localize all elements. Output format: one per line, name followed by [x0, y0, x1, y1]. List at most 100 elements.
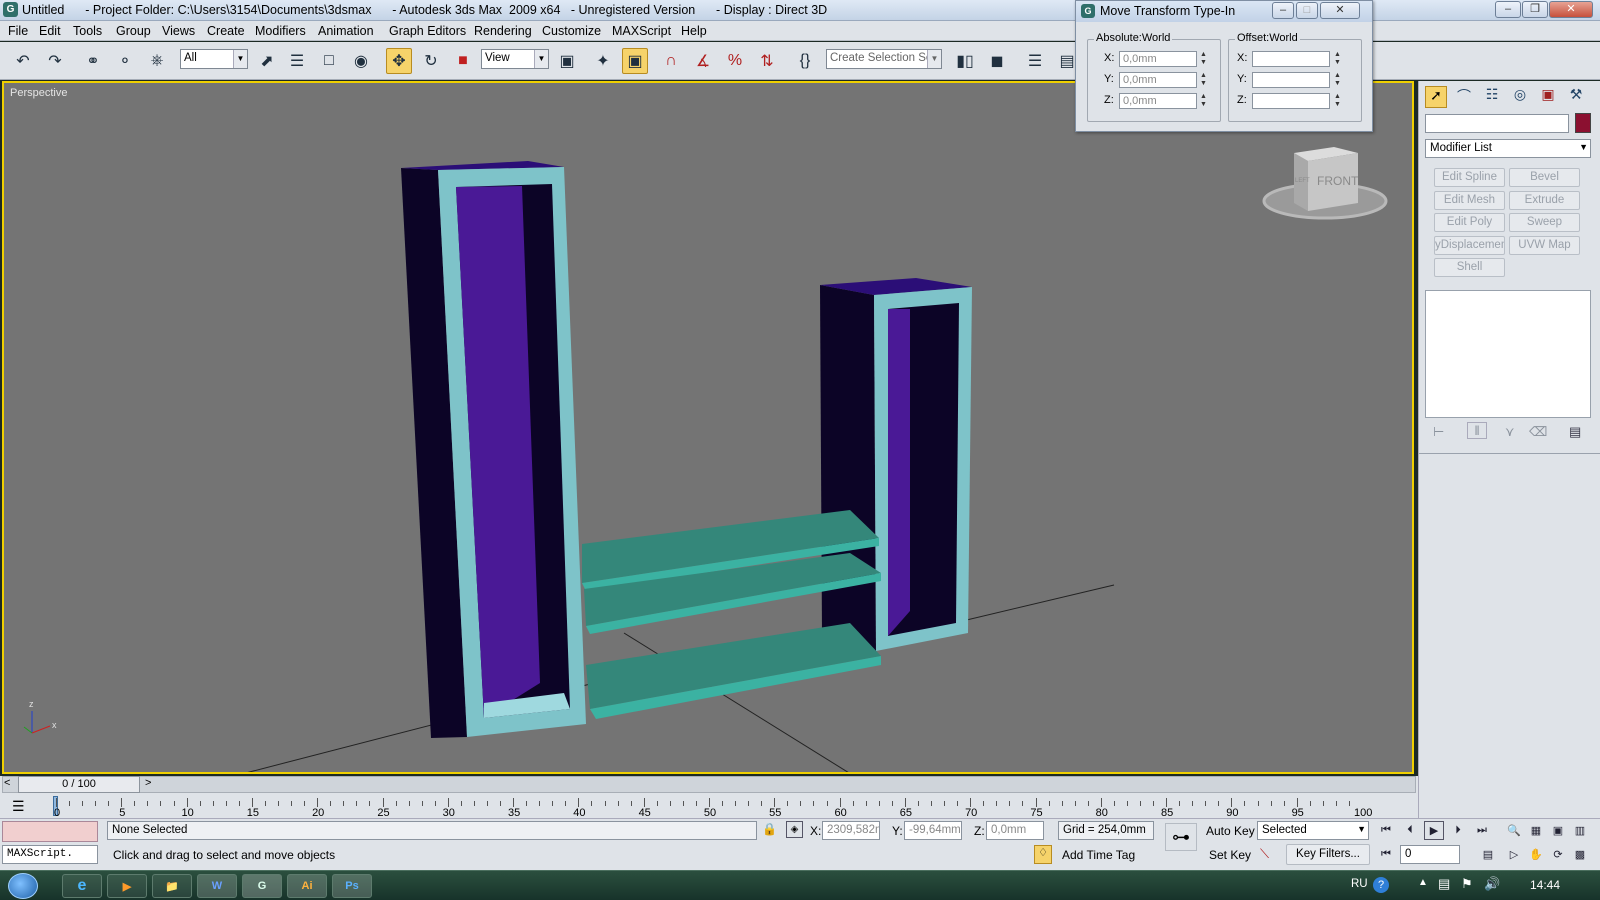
- flag-icon[interactable]: ⚑: [1461, 876, 1473, 892]
- select-and-rotate-icon[interactable]: ↻: [418, 48, 444, 74]
- abs-z-field[interactable]: 0,0mm: [1119, 93, 1197, 109]
- displacement-button[interactable]: yDisplacement: [1434, 236, 1505, 255]
- sweep-button[interactable]: Sweep: [1509, 213, 1580, 232]
- modifier-stack-list[interactable]: [1425, 290, 1591, 418]
- time-tag-icon[interactable]: ♢: [1034, 845, 1052, 864]
- go-to-start-icon[interactable]: ⏮: [1376, 821, 1396, 840]
- rectangular-selection-icon[interactable]: □: [316, 48, 342, 74]
- abs-z-spinner[interactable]: ▲ ▼: [1199, 93, 1208, 109]
- key-mode-toggle-icon[interactable]: ⏮: [1376, 845, 1396, 864]
- select-and-move-icon[interactable]: ✥: [386, 48, 412, 74]
- uvw-map-button[interactable]: UVW Map: [1509, 236, 1580, 255]
- window-crossing-icon[interactable]: ◉: [348, 48, 374, 74]
- next-frame-icon[interactable]: ⏵: [1448, 821, 1468, 840]
- restore-button[interactable]: ❐: [1522, 1, 1548, 18]
- 3dsmax-icon[interactable]: G: [242, 874, 282, 898]
- prev-frame-arrow-icon[interactable]: <: [4, 777, 10, 789]
- orbit-icon[interactable]: ⟳: [1548, 845, 1568, 864]
- make-unique-icon[interactable]: ⋎: [1505, 424, 1515, 440]
- time-slider-thumb[interactable]: 0 / 100: [18, 776, 140, 793]
- zoom-extents-all-icon[interactable]: ▥: [1570, 821, 1590, 840]
- utilities-tab-icon[interactable]: ⚒: [1565, 86, 1587, 108]
- bind-spacewarp-icon[interactable]: ⎈: [144, 48, 170, 74]
- selection-filter-dropdown[interactable]: All ▼: [180, 49, 248, 69]
- percent-snap-icon[interactable]: %: [722, 48, 748, 74]
- start-button[interactable]: [8, 873, 38, 899]
- key-mode-dropdown[interactable]: Selected ▼: [1257, 821, 1369, 840]
- current-frame-field[interactable]: 0: [1400, 845, 1460, 864]
- snaps-toggle-icon[interactable]: ∩: [658, 48, 684, 74]
- shell-button[interactable]: Shell: [1434, 258, 1505, 277]
- previous-frame-icon[interactable]: ⏴: [1400, 821, 1420, 840]
- redo-icon[interactable]: ↷: [42, 48, 68, 74]
- ie-icon[interactable]: e: [62, 874, 102, 898]
- folder-icon[interactable]: 📁: [152, 874, 192, 898]
- zoom-icon[interactable]: 🔍: [1504, 821, 1524, 840]
- edit-mesh-button[interactable]: Edit Mesh: [1434, 191, 1505, 210]
- menu-file[interactable]: File: [8, 24, 28, 38]
- edit-poly-button[interactable]: Edit Poly: [1434, 213, 1505, 232]
- add-time-tag-button[interactable]: Add Time Tag: [1062, 848, 1135, 862]
- menu-graph-editors[interactable]: Graph Editors: [389, 24, 466, 38]
- angle-snap-icon[interactable]: ∡: [690, 48, 716, 74]
- x-coord-field[interactable]: 2309,582m: [822, 821, 880, 840]
- y-coord-field[interactable]: -99,64mm: [904, 821, 962, 840]
- menu-tools[interactable]: Tools: [73, 24, 102, 38]
- select-by-name-icon[interactable]: ☰: [284, 48, 310, 74]
- motion-tab-icon[interactable]: ◎: [1509, 86, 1531, 108]
- create-tab-icon[interactable]: ➚: [1425, 86, 1447, 108]
- menu-modifiers[interactable]: Modifiers: [255, 24, 306, 38]
- zoom-all-icon[interactable]: ▦: [1526, 821, 1546, 840]
- auto-key-button[interactable]: Auto Key: [1206, 824, 1255, 838]
- remove-modifier-icon[interactable]: ⌫: [1529, 424, 1547, 440]
- abs-y-field[interactable]: 0,0mm: [1119, 72, 1197, 88]
- layer-manager-icon[interactable]: ☰: [1022, 48, 1048, 74]
- z-coord-field[interactable]: 0,0mm: [986, 821, 1044, 840]
- off-y-spinner[interactable]: ▲ ▼: [1333, 72, 1342, 88]
- modify-tab-icon[interactable]: ⌒: [1453, 86, 1475, 108]
- mirror-icon[interactable]: ▮▯: [952, 48, 978, 74]
- configure-modifier-sets-icon[interactable]: ▤: [1569, 424, 1581, 440]
- time-configuration-icon[interactable]: ▤: [1478, 845, 1498, 864]
- hierarchy-tab-icon[interactable]: ☷: [1481, 86, 1503, 108]
- select-object-icon[interactable]: ⬈: [254, 48, 280, 74]
- maxscript-input[interactable]: MAXScript.: [2, 845, 98, 864]
- keyboard-shortcut-override-icon[interactable]: ▣: [622, 48, 648, 74]
- edit-spline-button[interactable]: Edit Spline: [1434, 168, 1505, 187]
- minimize-button[interactable]: –: [1495, 1, 1521, 18]
- field-of-view-icon[interactable]: ▷: [1504, 845, 1524, 864]
- off-z-field[interactable]: [1252, 93, 1330, 109]
- menu-views[interactable]: Views: [162, 24, 195, 38]
- menu-maxscript[interactable]: MAXScript: [612, 24, 671, 38]
- photoshop-icon[interactable]: Ps: [332, 874, 372, 898]
- next-frame-arrow-icon[interactable]: >: [145, 777, 151, 789]
- maximize-viewport-icon[interactable]: ▩: [1570, 845, 1590, 864]
- manipulate-icon[interactable]: ✦: [590, 48, 616, 74]
- set-key-icon[interactable]: ⊶: [1165, 823, 1197, 851]
- display-tab-icon[interactable]: ▣: [1537, 86, 1559, 108]
- help-icon[interactable]: ?: [1373, 877, 1389, 893]
- named-selection-set-input[interactable]: Create Selection Set ▼: [826, 49, 942, 69]
- abs-x-spinner[interactable]: ▲ ▼: [1199, 51, 1208, 67]
- off-y-field[interactable]: [1252, 72, 1330, 88]
- set-key-button[interactable]: Set Key: [1209, 848, 1251, 862]
- network-icon[interactable]: ▤: [1438, 876, 1450, 892]
- spinner-snap-icon[interactable]: ⇅: [754, 48, 780, 74]
- media-icon[interactable]: ▶: [107, 874, 147, 898]
- abs-x-field[interactable]: 0,0mm: [1119, 51, 1197, 67]
- off-x-spinner[interactable]: ▲ ▼: [1333, 51, 1342, 67]
- abs-y-spinner[interactable]: ▲ ▼: [1199, 72, 1208, 88]
- select-and-scale-icon[interactable]: ■: [450, 48, 476, 74]
- illustrator-icon[interactable]: Ai: [287, 874, 327, 898]
- off-x-field[interactable]: [1252, 51, 1330, 67]
- unlink-icon[interactable]: ⚬: [112, 48, 138, 74]
- trackbar-menu-icon[interactable]: ☰: [12, 798, 25, 815]
- bevel-button[interactable]: Bevel: [1509, 168, 1580, 187]
- maxscript-listener-mini[interactable]: [2, 821, 98, 842]
- select-link-icon[interactable]: ⚭: [80, 48, 106, 74]
- close-button[interactable]: ✕: [1549, 1, 1593, 18]
- pivot-center-icon[interactable]: ▣: [554, 48, 580, 74]
- menu-customize[interactable]: Customize: [542, 24, 601, 38]
- scene-canvas[interactable]: z x FRONT LEFT: [4, 83, 1414, 774]
- object-color-swatch[interactable]: [1575, 113, 1591, 133]
